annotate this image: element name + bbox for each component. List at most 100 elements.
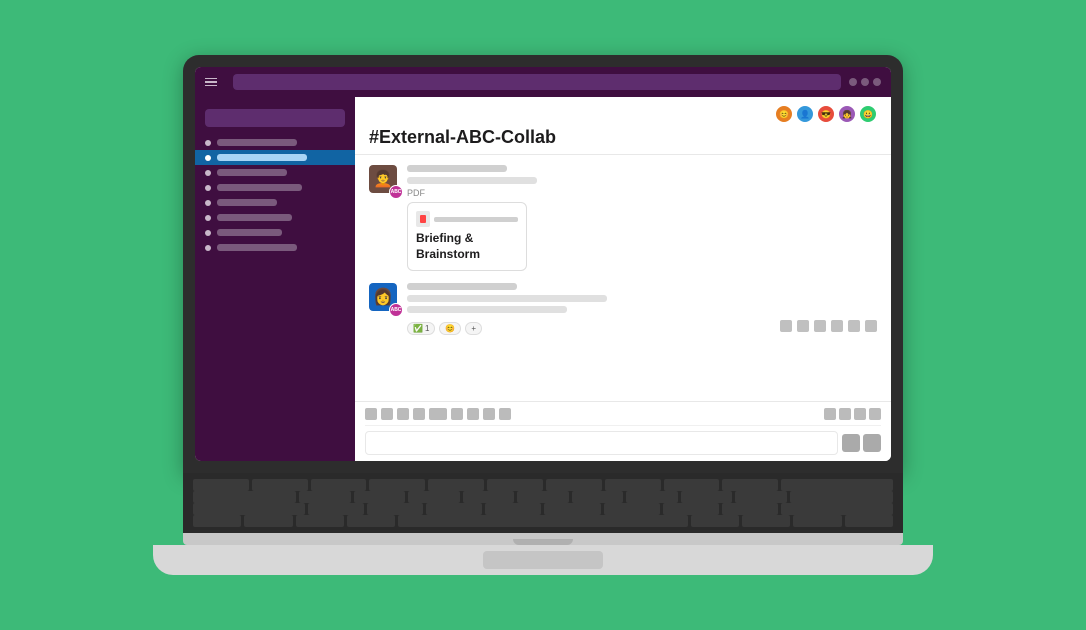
- sidebar-item-8[interactable]: [195, 240, 355, 255]
- key-a[interactable]: [299, 491, 351, 503]
- key-b[interactable]: [544, 503, 600, 515]
- key-k[interactable]: [681, 491, 733, 503]
- key-fn[interactable]: [193, 515, 241, 527]
- sidebar-search[interactable]: [205, 109, 345, 127]
- key-shift-l[interactable]: [193, 503, 305, 515]
- tool-format[interactable]: [824, 408, 836, 420]
- key-u[interactable]: [546, 479, 602, 491]
- trackpad[interactable]: [483, 551, 603, 569]
- key-v[interactable]: [485, 503, 541, 515]
- tool-strikethrough[interactable]: [397, 408, 409, 420]
- tool-italic[interactable]: [381, 408, 393, 420]
- key-m[interactable]: [663, 503, 719, 515]
- action-link-icon[interactable]: [797, 320, 809, 332]
- message-text-2b: [407, 306, 567, 313]
- dot1: [849, 78, 857, 86]
- key-arrow-r[interactable]: [845, 515, 893, 527]
- message-reactions-2: ✅ 1 😊 +: [407, 322, 482, 335]
- pdf-icon-bar: [434, 217, 518, 222]
- sidebar-item-4[interactable]: [195, 180, 355, 195]
- key-d[interactable]: [408, 491, 460, 503]
- sidebar-label-7: [217, 229, 282, 236]
- key-ctrl[interactable]: [244, 515, 292, 527]
- tool-attachment[interactable]: [839, 408, 851, 420]
- tool-mention[interactable]: [869, 408, 881, 420]
- sidebar-dot-8: [205, 245, 211, 251]
- sidebar-item-3[interactable]: [195, 165, 355, 180]
- window-controls: [849, 78, 881, 86]
- key-o[interactable]: [664, 479, 720, 491]
- action-more-icon[interactable]: [865, 320, 877, 332]
- key-shift-r[interactable]: [781, 503, 893, 515]
- key-cmd-l[interactable]: [347, 515, 395, 527]
- action-bookmark-icon[interactable]: [848, 320, 860, 332]
- member-avatar-5: 😀: [859, 105, 877, 123]
- send-button[interactable]: [842, 434, 860, 452]
- key-i[interactable]: [605, 479, 661, 491]
- key-caps[interactable]: [193, 491, 296, 503]
- key-x[interactable]: [367, 503, 423, 515]
- key-bs[interactable]: [781, 479, 893, 491]
- reaction-emoji-1: ✅: [413, 324, 423, 333]
- key-alt-r[interactable]: [742, 515, 790, 527]
- member-avatar-2: 👤: [796, 105, 814, 123]
- sidebar-item-5[interactable]: [195, 195, 355, 210]
- reaction-add[interactable]: +: [465, 322, 482, 335]
- key-l[interactable]: [735, 491, 787, 503]
- pdf-card[interactable]: Briefing &Brainstorm: [407, 202, 527, 271]
- pdf-label: PDF: [407, 188, 877, 198]
- sidebar-label-3: [217, 169, 287, 176]
- key-z[interactable]: [308, 503, 364, 515]
- member-avatar-3: 😎: [817, 105, 835, 123]
- send-dropdown[interactable]: [863, 434, 881, 452]
- key-n[interactable]: [604, 503, 660, 515]
- reaction-2[interactable]: 😊: [439, 322, 461, 335]
- key-w[interactable]: [252, 479, 308, 491]
- tool-bold[interactable]: [365, 408, 377, 420]
- key-e[interactable]: [311, 479, 367, 491]
- sidebar-label-1: [217, 139, 297, 146]
- title-bar-search[interactable]: [233, 74, 841, 90]
- key-g[interactable]: [517, 491, 569, 503]
- key-cmd-r[interactable]: [691, 515, 739, 527]
- tool-quote[interactable]: [499, 408, 511, 420]
- reaction-1[interactable]: ✅ 1: [407, 322, 435, 335]
- avatar-badge-1: ABC: [389, 185, 403, 199]
- app-body: 😊 👤 😎 👧 😀 #External-ABC-Collab: [195, 97, 891, 461]
- key-s[interactable]: [354, 491, 406, 503]
- key-arrow-l[interactable]: [793, 515, 841, 527]
- key-p[interactable]: [722, 479, 778, 491]
- message-sender-2: [407, 283, 517, 290]
- action-check-icon[interactable]: [780, 320, 792, 332]
- sidebar-item-1[interactable]: [195, 135, 355, 150]
- key-r[interactable]: [369, 479, 425, 491]
- messages-area: 🧑‍🦱 ABC PDF: [355, 155, 891, 401]
- key-c[interactable]: [426, 503, 482, 515]
- key-comma[interactable]: [722, 503, 778, 515]
- key-space[interactable]: [398, 515, 688, 527]
- action-emoji-icon[interactable]: [814, 320, 826, 332]
- key-row-2: [193, 491, 893, 503]
- tool-emoji[interactable]: [854, 408, 866, 420]
- key-h[interactable]: [572, 491, 624, 503]
- key-q[interactable]: [193, 479, 249, 491]
- key-f[interactable]: [463, 491, 515, 503]
- main-content: 😊 👤 😎 👧 😀 #External-ABC-Collab: [355, 97, 891, 461]
- key-j[interactable]: [626, 491, 678, 503]
- key-y[interactable]: [487, 479, 543, 491]
- tool-ol[interactable]: [451, 408, 463, 420]
- key-t[interactable]: [428, 479, 484, 491]
- tool-ul[interactable]: [467, 408, 479, 420]
- tool-indent[interactable]: [483, 408, 495, 420]
- sidebar-item-7[interactable]: [195, 225, 355, 240]
- composer-input[interactable]: [365, 431, 838, 455]
- action-reply-icon[interactable]: [831, 320, 843, 332]
- key-alt-l[interactable]: [296, 515, 344, 527]
- reaction-emoji-2: 😊: [445, 324, 455, 333]
- hamburger-icon[interactable]: [205, 78, 217, 87]
- key-enter[interactable]: [790, 491, 893, 503]
- sidebar-dot-7: [205, 230, 211, 236]
- tool-link[interactable]: [413, 408, 425, 420]
- sidebar-item-2-active[interactable]: [195, 150, 355, 165]
- sidebar-item-6[interactable]: [195, 210, 355, 225]
